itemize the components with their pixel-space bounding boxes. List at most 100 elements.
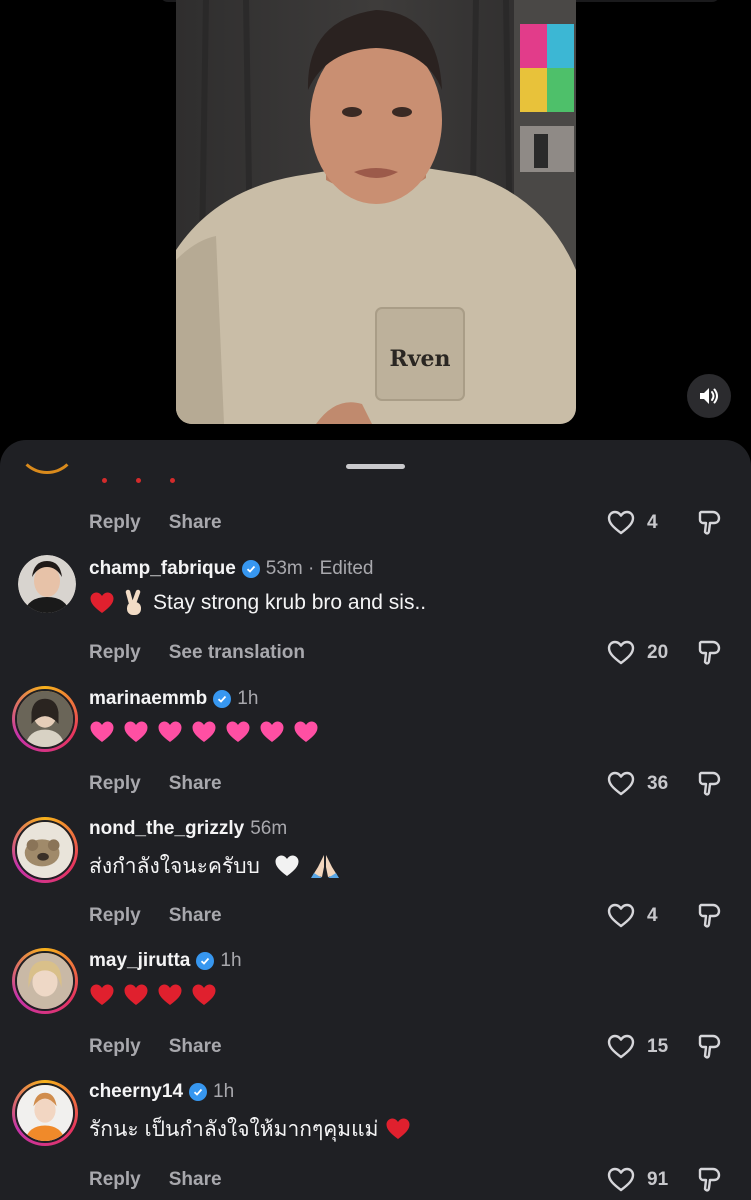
comment-time: 1h [237, 688, 259, 709]
red-heart-icon [89, 591, 115, 615]
comment-text [89, 979, 217, 1011]
username[interactable]: marinaemmb [89, 688, 207, 710]
heart-outline-icon[interactable] [607, 771, 635, 797]
pink-heart-icon [225, 720, 251, 744]
avatar[interactable] [12, 686, 78, 752]
pink-heart-icon [123, 720, 149, 744]
dislike-button[interactable] [697, 1032, 723, 1062]
comment-header: may_jirutta 1h [89, 948, 242, 974]
victory-hand-icon [121, 589, 147, 617]
red-heart-icon [89, 983, 115, 1007]
comment-body: ส่งกำลังใจนะครับบ [89, 854, 260, 878]
avatar[interactable] [12, 1080, 78, 1146]
comment-text-partial [98, 478, 188, 486]
reply-button[interactable]: Reply [89, 773, 141, 795]
heart-outline-icon[interactable] [607, 1034, 635, 1060]
comment-header: marinaemmb 1h [89, 686, 258, 712]
avatar[interactable] [12, 948, 78, 1014]
comments-sheet[interactable]: Reply Share 4 champ_fabrique 53m · Edite… [0, 440, 751, 1200]
pink-heart-icon [89, 720, 115, 744]
share-button[interactable]: Share [169, 1036, 222, 1058]
thumb-down-icon [698, 1167, 721, 1192]
verified-badge-icon [241, 560, 260, 578]
dislike-button[interactable] [697, 1165, 723, 1195]
reply-button[interactable]: Reply [89, 642, 141, 664]
like-count: 4 [647, 512, 658, 533]
username[interactable]: nond_the_grizzly [89, 818, 244, 840]
pink-heart-icon [157, 720, 183, 744]
like-count: 20 [647, 642, 669, 663]
thumb-down-icon [698, 771, 721, 796]
comment-actions: Reply See translation [89, 640, 305, 666]
heart-outline-icon[interactable] [607, 1167, 635, 1193]
like-group: 4 [607, 508, 669, 538]
reply-button[interactable]: Reply [89, 905, 141, 927]
comment-actions: Reply Share [89, 771, 222, 797]
comment-text: Stay strong krub bro and sis.. [89, 587, 426, 619]
red-heart-icon [123, 983, 149, 1007]
like-count: 4 [647, 905, 658, 926]
share-button[interactable]: Share [169, 773, 222, 795]
comment-text [89, 716, 319, 748]
reply-button[interactable]: Reply [89, 512, 141, 534]
comment-text: ส่งกำลังใจนะครับบ [89, 850, 340, 882]
username[interactable]: may_jirutta [89, 950, 190, 972]
reply-button[interactable]: Reply [89, 1036, 141, 1058]
like-group: 15 [607, 1032, 669, 1062]
svg-text:Rven: Rven [389, 346, 450, 372]
dislike-button[interactable] [697, 901, 723, 931]
folded-hands-icon [310, 853, 340, 879]
comment-time: 1h [220, 950, 242, 971]
video-frame: Rven [176, 0, 576, 424]
dislike-button[interactable] [697, 769, 723, 799]
reply-button[interactable]: Reply [89, 1169, 141, 1191]
avatar[interactable] [18, 555, 76, 613]
thumb-down-icon [698, 903, 721, 928]
comment-header: nond_the_grizzly 56m [89, 816, 287, 842]
pink-heart-icon [191, 720, 217, 744]
verified-badge-icon [196, 952, 215, 970]
share-button[interactable]: Share [169, 905, 222, 927]
comment-actions: Reply Share [89, 1167, 222, 1193]
speaker-icon [700, 388, 718, 404]
like-group: 4 [607, 901, 669, 931]
verified-badge-icon [189, 1083, 208, 1101]
username[interactable]: champ_fabrique [89, 558, 236, 580]
avatar[interactable] [17, 440, 77, 474]
like-group: 20 [607, 638, 669, 668]
comment-header: cheerny14 1h [89, 1079, 234, 1105]
comment-time: 56m [250, 818, 288, 839]
like-group: 36 [607, 769, 669, 799]
red-heart-icon [157, 983, 183, 1007]
verified-badge-icon [213, 690, 232, 708]
like-count: 36 [647, 773, 669, 794]
red-heart-icon [191, 983, 217, 1007]
like-count: 15 [647, 1036, 669, 1057]
heart-outline-icon[interactable] [607, 903, 635, 929]
red-heart-icon [385, 1117, 411, 1141]
share-button[interactable]: Share [169, 512, 222, 534]
comment-body: Stay strong krub bro and sis.. [153, 591, 427, 614]
comment-header: champ_fabrique 53m · Edited [89, 556, 374, 582]
heart-outline-icon[interactable] [607, 510, 635, 536]
comment-body: รักนะ เป็นกำลังใจให้มากๆคุมแม่ [89, 1117, 379, 1141]
white-heart-icon [274, 854, 300, 878]
avatar[interactable] [12, 817, 78, 883]
pink-heart-icon [293, 720, 319, 744]
mute-toggle-button[interactable] [687, 374, 731, 418]
comment-text: รักนะ เป็นกำลังใจให้มากๆคุมแม่ [89, 1113, 411, 1145]
like-count: 91 [647, 1169, 669, 1190]
see-translation-button[interactable]: See translation [169, 642, 305, 664]
video-player[interactable]: Rven [176, 0, 576, 424]
username[interactable]: cheerny14 [89, 1081, 183, 1103]
share-button[interactable]: Share [169, 1169, 222, 1191]
thumb-down-icon [698, 640, 721, 665]
comment-actions: Reply Share [89, 903, 222, 929]
dislike-button[interactable] [697, 508, 723, 538]
pink-heart-icon [259, 720, 285, 744]
heart-outline-icon[interactable] [607, 640, 635, 666]
dislike-button[interactable] [697, 638, 723, 668]
comment-time: 53m · Edited [265, 558, 374, 579]
comment-actions: Reply Share [89, 510, 222, 536]
drag-handle[interactable] [346, 464, 405, 469]
